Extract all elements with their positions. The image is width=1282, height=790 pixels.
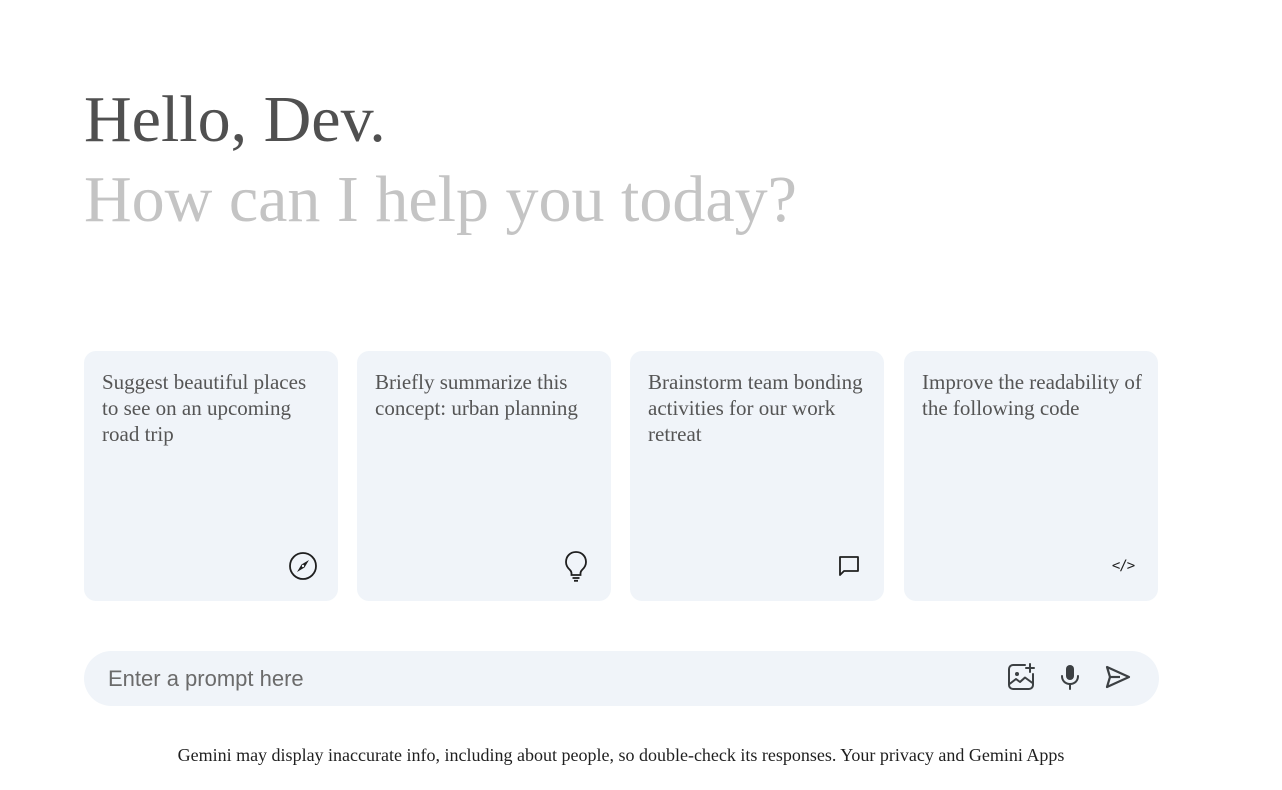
suggestion-cards: Suggest beautiful places to see on an up…	[84, 351, 1159, 601]
code-glyph: </>	[1111, 558, 1135, 574]
prompt-input[interactable]	[108, 651, 968, 706]
add-image-button[interactable]	[1002, 660, 1040, 698]
add-image-icon	[1006, 662, 1036, 697]
disclaimer-text: Gemini may display inaccurate info, incl…	[177, 745, 1065, 765]
prompt-bar	[84, 651, 1159, 706]
chat-bubble-icon	[833, 550, 865, 582]
suggestion-card-text: Brainstorm team bonding activities for o…	[648, 370, 863, 446]
compass-icon	[287, 550, 319, 582]
greeting-hello: Hello, Dev.	[84, 83, 386, 156]
suggestion-card-brainstorm[interactable]: Brainstorm team bonding activities for o…	[630, 351, 884, 601]
send-button[interactable]	[1099, 660, 1137, 698]
microphone-icon	[1059, 663, 1081, 696]
microphone-button[interactable]	[1051, 660, 1089, 698]
suggestion-card-summarize[interactable]: Briefly summarize this concept: urban pl…	[357, 351, 611, 601]
suggestion-card-text: Improve the readability of the following…	[922, 370, 1142, 420]
code-icon: </>	[1107, 550, 1139, 582]
suggestion-card-code[interactable]: Improve the readability of the following…	[904, 351, 1158, 601]
suggestion-card-text: Suggest beautiful places to see on an up…	[102, 370, 307, 446]
suggestion-card-road-trip[interactable]: Suggest beautiful places to see on an up…	[84, 351, 338, 601]
send-icon	[1104, 664, 1132, 695]
greeting: Hello, Dev. How can I help you today?	[84, 80, 797, 240]
suggestion-card-text: Briefly summarize this concept: urban pl…	[375, 370, 578, 420]
greeting-subtitle: How can I help you today?	[84, 163, 797, 236]
lightbulb-icon	[560, 550, 592, 582]
